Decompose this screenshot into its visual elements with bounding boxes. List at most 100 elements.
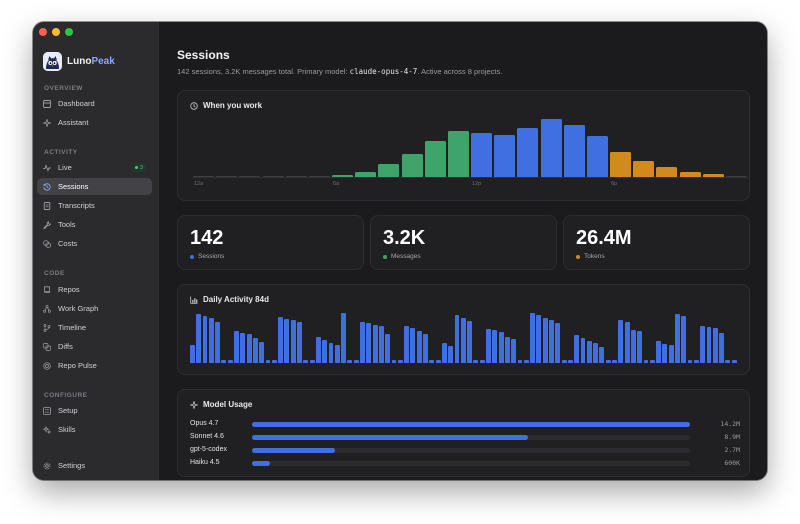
sidebar-item-skills[interactable]: Skills xyxy=(37,421,152,438)
daily-bar xyxy=(284,319,290,363)
daily-bar xyxy=(492,330,498,363)
window-controls xyxy=(39,28,73,36)
daily-bar xyxy=(593,343,599,363)
hour-bar xyxy=(656,166,678,177)
stat-dot-icon xyxy=(190,254,194,259)
daily-bar xyxy=(404,326,410,363)
live-count-badge: 3 xyxy=(131,163,146,172)
daily-bar xyxy=(334,344,340,363)
sidebar-item-live[interactable]: Live 3 xyxy=(37,159,152,176)
graph-nodes-icon xyxy=(43,304,51,313)
daily-bar xyxy=(460,317,466,363)
brand-name: LunoPeak xyxy=(67,56,115,67)
hour-bar xyxy=(633,160,655,177)
daily-bar xyxy=(435,360,441,363)
hour-bar xyxy=(610,151,632,177)
daily-bar xyxy=(712,328,718,363)
daily-bar xyxy=(454,315,460,363)
daily-bar xyxy=(309,360,315,363)
daily-bar xyxy=(322,340,328,363)
stat-dot-icon xyxy=(383,254,387,259)
sidebar-item-label: Repos xyxy=(58,285,80,294)
close-window-button[interactable] xyxy=(39,28,47,36)
daily-activity-title: Daily Activity 84d xyxy=(203,295,269,304)
daily-bar xyxy=(675,314,680,363)
hour-bar xyxy=(378,163,400,177)
sidebar-item-label: Live xyxy=(58,163,72,172)
daily-bar xyxy=(517,360,523,363)
pulse-icon xyxy=(43,163,51,172)
sidebar-item-setup[interactable]: Setup xyxy=(37,402,152,419)
hour-bar xyxy=(424,141,446,177)
daily-bar xyxy=(391,360,397,363)
sidebar-item-tools[interactable]: Tools xyxy=(37,216,152,233)
sidebar-item-label: Work Graph xyxy=(58,304,99,313)
stat-card-sessions: 142 Sessions xyxy=(177,215,364,270)
sidebar-item-timeline[interactable]: Timeline xyxy=(37,319,152,336)
section-label-overview: OVERVIEW xyxy=(44,85,83,92)
sidebar-item-repos[interactable]: Repos xyxy=(37,281,152,298)
daily-bar xyxy=(605,360,611,363)
main-content: Sessions 142 sessions, 3.2K messages tot… xyxy=(160,22,767,480)
daily-bar xyxy=(265,360,271,363)
daily-bar xyxy=(719,332,724,363)
daily-bar xyxy=(561,360,567,363)
hour-bar xyxy=(447,130,469,177)
when-you-work-title: When you work xyxy=(203,101,263,110)
stat-value: 142 xyxy=(190,227,224,249)
daily-bar xyxy=(252,338,258,363)
brand-name-part2: Peak xyxy=(91,56,115,67)
gear-icon xyxy=(43,462,51,469)
daily-bar xyxy=(693,360,699,363)
section-label-code: CODE xyxy=(44,270,65,277)
sidebar-item-label: Skills xyxy=(58,425,76,434)
sidebar-item-assistant[interactable]: Assistant xyxy=(37,114,152,131)
hour-tick-label: 12p xyxy=(472,181,482,187)
daily-bar xyxy=(297,322,302,363)
zoom-window-button[interactable] xyxy=(65,28,73,36)
sparkles-icon xyxy=(43,425,51,434)
minimize-window-button[interactable] xyxy=(52,28,60,36)
model-name: Haiku 4.5 xyxy=(190,459,220,466)
cpu-sparkle-icon xyxy=(190,400,198,409)
daily-bar xyxy=(687,360,693,363)
daily-bar xyxy=(473,360,479,363)
stat-label: Sessions xyxy=(190,253,224,260)
daily-bar xyxy=(542,317,548,363)
model-usage-track xyxy=(252,448,690,453)
daily-bar xyxy=(341,313,347,363)
daily-bar xyxy=(429,360,435,363)
bar-chart-icon xyxy=(190,296,198,304)
sidebar-item-sessions[interactable]: Sessions xyxy=(37,178,152,195)
subtitle-text: 142 sessions, 3.2K messages total. Prima… xyxy=(177,67,350,76)
hour-bar xyxy=(540,119,562,177)
sidebar-item-dashboard[interactable]: Dashboard xyxy=(37,95,152,112)
model-row: Haiku 4.5 600K xyxy=(190,459,740,468)
daily-bar xyxy=(656,341,661,363)
stat-label: Messages xyxy=(383,253,421,260)
daily-bar xyxy=(467,320,473,363)
hour-bar xyxy=(401,153,423,177)
sidebar-item-repo-pulse[interactable]: Repo Pulse xyxy=(37,357,152,374)
daily-bar xyxy=(511,338,517,363)
daily-bar xyxy=(731,360,737,363)
daily-bar xyxy=(240,332,246,363)
diff-icon xyxy=(43,342,51,351)
daily-bar xyxy=(586,340,592,363)
sidebar-item-work-graph[interactable]: Work Graph xyxy=(37,300,152,317)
daily-bar xyxy=(574,334,580,363)
daily-bar xyxy=(190,345,195,363)
daily-bar xyxy=(315,336,321,363)
model-usage-bar xyxy=(252,435,528,440)
sidebar-item-settings[interactable]: Settings xyxy=(37,457,152,474)
sidebar-item-diffs[interactable]: Diffs xyxy=(37,338,152,355)
sidebar-item-label: Repo Pulse xyxy=(58,361,97,370)
sidebar-item-costs[interactable]: Costs xyxy=(37,235,152,252)
sidebar-item-transcripts[interactable]: Transcripts xyxy=(37,197,152,214)
daily-bar xyxy=(416,331,422,363)
stat-label-text: Tokens xyxy=(584,253,605,260)
stat-card-messages: 3.2K Messages xyxy=(370,215,557,270)
daily-bar xyxy=(448,346,454,363)
daily-bar xyxy=(668,345,674,363)
daily-bar xyxy=(630,329,636,363)
